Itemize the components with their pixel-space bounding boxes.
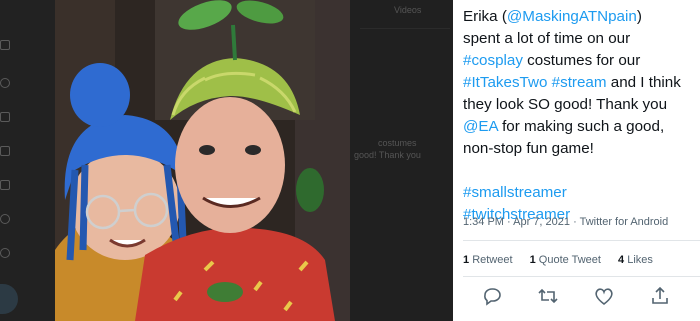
likes-label: Likes (627, 254, 653, 266)
hashtag-cosplay-link[interactable]: #cosplay (463, 52, 523, 69)
bookmark-icon (0, 146, 10, 156)
quotes-stat[interactable]: 1 Quote Tweet (530, 254, 601, 266)
reply-button[interactable] (480, 284, 504, 308)
list-icon (0, 180, 10, 190)
background-feed: Videos costumes good! Thank you (350, 0, 453, 321)
heart-icon (595, 288, 613, 306)
share-button[interactable] (648, 284, 672, 308)
more-icon (0, 248, 10, 258)
likes-stat[interactable]: 4 Likes (618, 254, 653, 266)
mention-ea-link[interactable]: @EA (463, 118, 498, 135)
videos-tab-label: Videos (394, 5, 422, 15)
author-handle-link[interactable]: @MaskingATNpain (507, 8, 637, 25)
tweet-stats: 1 Retweet 1 Quote Tweet 4 Likes (463, 254, 667, 266)
reply-icon (484, 288, 501, 306)
tweet-detail-panel: Erika (@MaskingATNpain) spent a lot of t… (453, 0, 700, 321)
hashtag-icon (0, 40, 10, 50)
profile-icon (0, 214, 10, 224)
share-icon (652, 286, 668, 304)
divider (360, 28, 450, 29)
feed-snippet-line2: good! Thank you (354, 150, 421, 160)
hashtag-smallstreamer-link[interactable]: #smallstreamer (463, 184, 567, 201)
retweets-stat[interactable]: 1 Retweet (463, 254, 513, 266)
like-button[interactable] (592, 284, 616, 308)
mail-icon (0, 112, 10, 122)
retweet-button[interactable] (536, 284, 560, 308)
feed-snippet-line1: costumes (378, 138, 417, 148)
hashtag-ittakestwo-link[interactable]: #ItTakesTwo (463, 74, 547, 91)
likes-count: 4 (618, 254, 625, 266)
bell-icon (0, 78, 10, 88)
background-sidebar (0, 0, 55, 321)
retweets-count: 1 (463, 254, 470, 266)
cosplay-selfie-image (55, 0, 350, 321)
quotes-count: 1 (529, 254, 536, 266)
divider (463, 240, 700, 241)
divider (463, 276, 700, 277)
tweet-timestamp[interactable]: 1:34 PM · Apr 7, 2021 · Twitter for Andr… (463, 216, 668, 228)
tweet-photo[interactable] (55, 0, 350, 321)
hashtag-stream-link[interactable]: #stream (552, 74, 607, 91)
tweet-actions (453, 284, 700, 308)
tweet-fab-button (0, 284, 18, 314)
retweets-label: Retweet (472, 254, 513, 266)
retweet-icon (538, 288, 558, 304)
quotes-label: Quote Tweet (538, 254, 601, 266)
tweet-text: Erika (@MaskingATNpain) spent a lot of t… (463, 8, 681, 223)
author-name: Erika (463, 8, 498, 25)
